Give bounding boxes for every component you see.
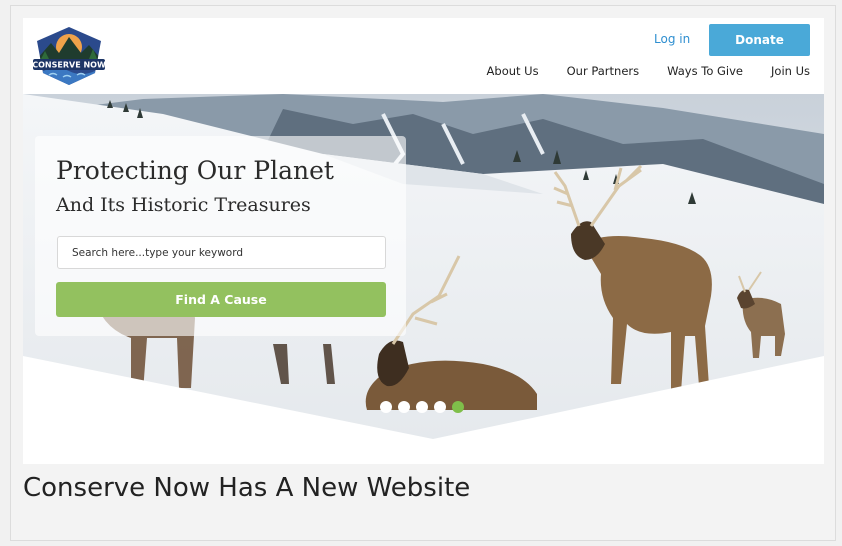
conserve-now-logo[interactable]: CONSERVE NOW	[33, 25, 105, 87]
website-screenshot: CONSERVE NOW Log in Donate About Us Our …	[23, 18, 824, 464]
login-link[interactable]: Log in	[654, 32, 690, 46]
hero-subtitle: And Its Historic Treasures	[56, 194, 311, 216]
find-a-cause-button[interactable]: Find A Cause	[56, 282, 386, 317]
hero-title: Protecting Our Planet	[56, 156, 334, 185]
carousel-dot-2[interactable]	[398, 401, 410, 413]
donate-button[interactable]: Donate	[709, 24, 810, 56]
search-input[interactable]	[57, 236, 386, 269]
article-caption: Conserve Now Has A New Website	[23, 473, 471, 503]
carousel-indicators	[380, 401, 464, 413]
hero-carousel: Protecting Our Planet And Its Historic T…	[23, 94, 824, 464]
carousel-dot-4[interactable]	[434, 401, 446, 413]
svg-text:CONSERVE NOW: CONSERVE NOW	[33, 61, 105, 70]
nav-item-about-us[interactable]: About Us	[487, 64, 539, 78]
main-nav: About Us Our Partners Ways To Give Join …	[459, 64, 810, 78]
carousel-dot-3[interactable]	[416, 401, 428, 413]
carousel-dot-1[interactable]	[380, 401, 392, 413]
nav-item-ways-to-give[interactable]: Ways To Give	[667, 64, 743, 78]
carousel-dot-5[interactable]	[452, 401, 464, 413]
nav-item-our-partners[interactable]: Our Partners	[567, 64, 640, 78]
nav-item-join-us[interactable]: Join Us	[771, 64, 810, 78]
